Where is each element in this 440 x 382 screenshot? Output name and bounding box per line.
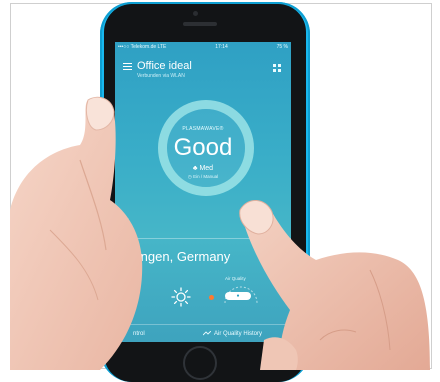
battery-label: 75 % [276,44,288,50]
status-bar: •••○○ Telekom.de LTE 17:14 75 % [115,42,291,52]
front-camera [193,11,198,16]
left-hand-image [10,96,143,370]
status-dot [209,295,214,300]
home-button[interactable] [183,346,217,380]
grid-icon[interactable] [273,64,281,72]
sun-icon [171,287,191,307]
chart-line-icon [203,331,211,336]
fan-speed-label: Med [199,165,214,172]
earpiece [183,22,217,26]
clock: 17:14 [215,44,228,50]
mode-text: Ein / Manual [193,174,219,179]
carrier-label: •••○○ Telekom.de LTE [118,44,167,50]
right-hand-image [239,200,430,370]
